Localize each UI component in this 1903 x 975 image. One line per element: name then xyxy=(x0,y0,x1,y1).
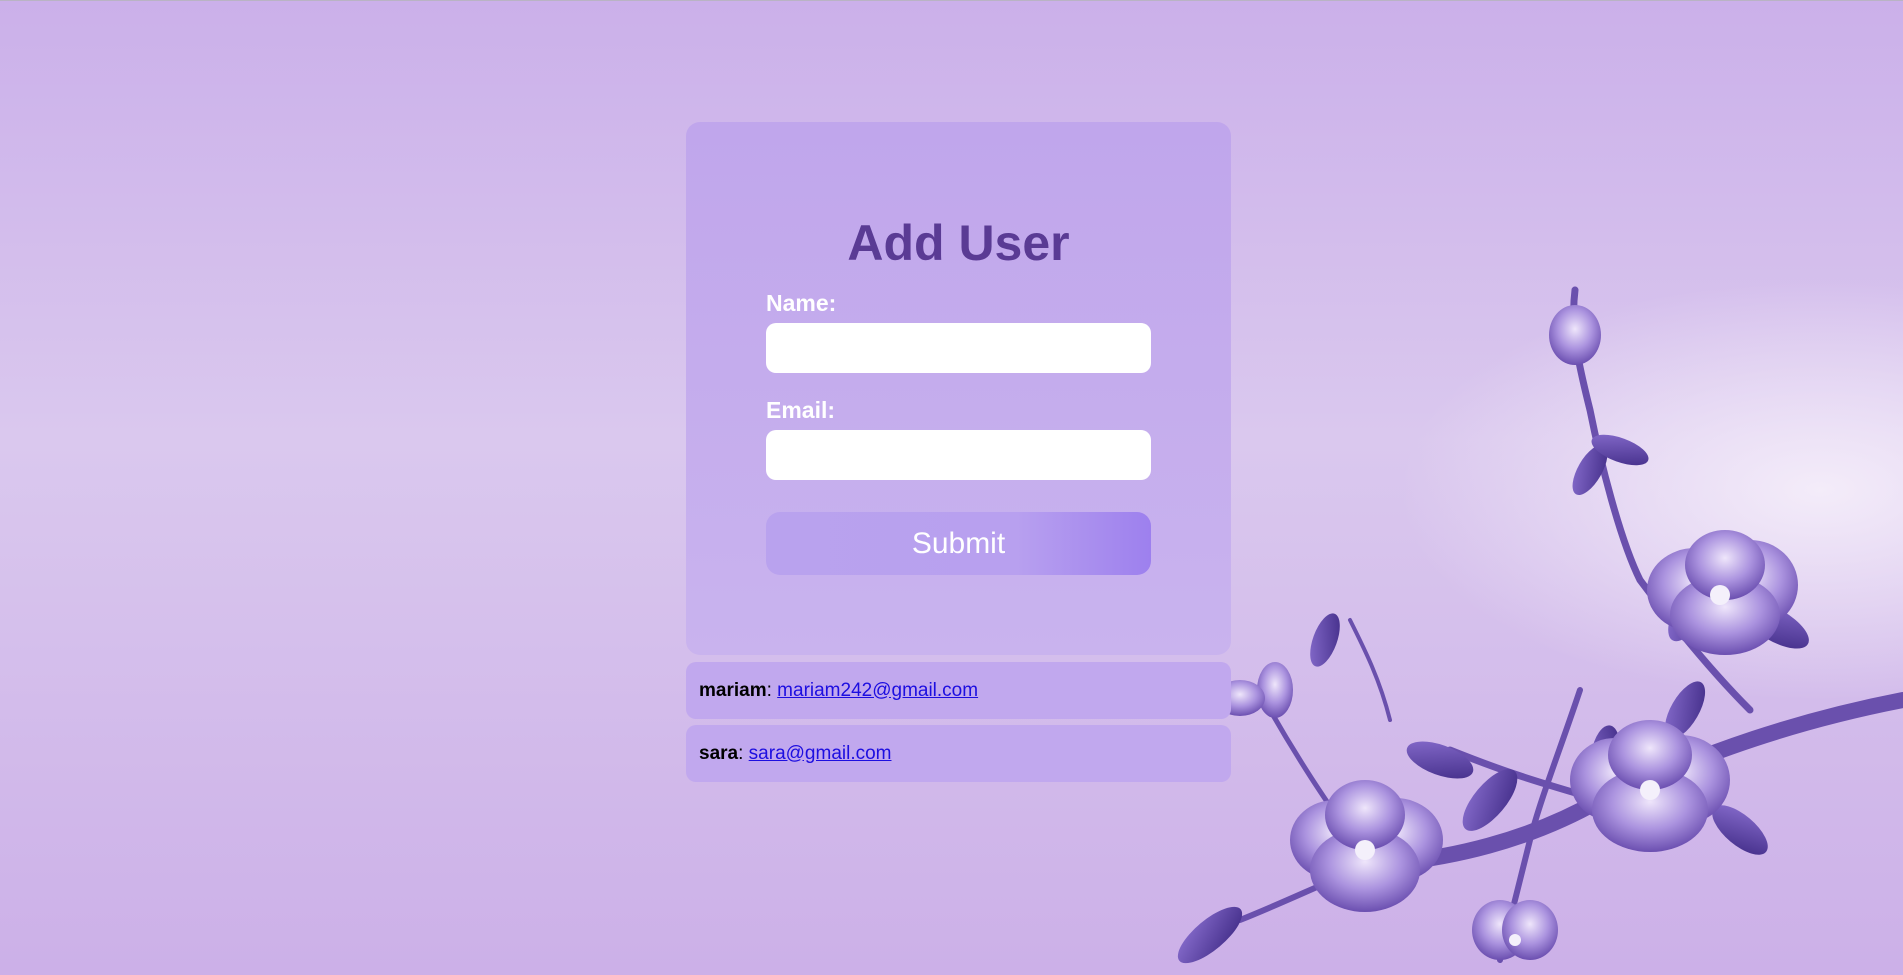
name-label: Name: xyxy=(766,290,837,316)
email-input[interactable] xyxy=(766,430,1151,480)
user-name: sara xyxy=(699,742,739,764)
email-label: Email: xyxy=(766,397,836,423)
user-separator: : xyxy=(766,679,772,701)
list-item: sara: sara@gmail.com xyxy=(686,725,1231,782)
submit-button[interactable]: Submit xyxy=(766,512,1151,575)
name-input[interactable] xyxy=(766,323,1151,373)
list-item: mariam: mariam242@gmail.com xyxy=(686,662,1231,719)
page-title: Add User xyxy=(847,215,1070,271)
user-separator: : xyxy=(738,742,744,764)
top-border xyxy=(0,0,1903,1)
user-email-link[interactable]: sara@gmail.com xyxy=(749,743,892,765)
flower-branch-decoration xyxy=(1177,286,1903,964)
add-user-form-card xyxy=(686,122,1231,655)
user-name: mariam xyxy=(699,679,767,701)
user-email-link[interactable]: mariam242@gmail.com xyxy=(777,680,978,702)
